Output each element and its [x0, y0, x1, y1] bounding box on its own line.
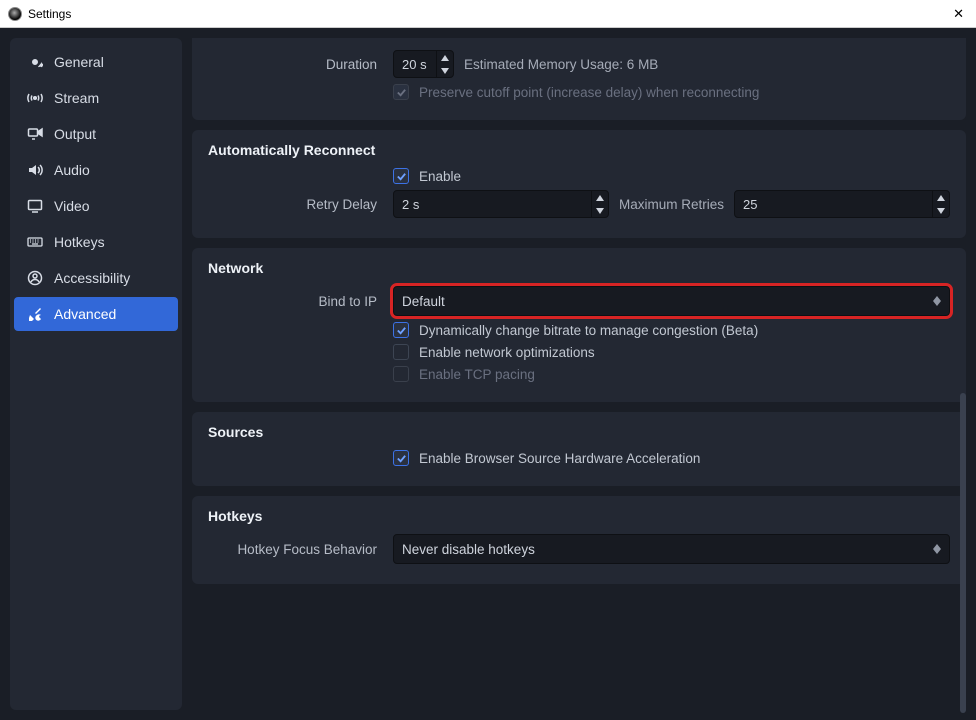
sidebar-item-hotkeys[interactable]: Hotkeys	[14, 225, 178, 259]
sidebar-item-accessibility[interactable]: Accessibility	[14, 261, 178, 295]
preserve-cutoff-checkbox	[393, 84, 409, 100]
sidebar-item-general[interactable]: General	[14, 45, 178, 79]
sidebar-item-label: Stream	[54, 90, 99, 106]
tools-icon	[26, 305, 44, 323]
sources-panel: Sources Enable Browser Source Hardware A…	[192, 412, 966, 486]
sidebar-item-label: Audio	[54, 162, 90, 178]
tcp-pacing-checkbox	[393, 366, 409, 382]
window-title: Settings	[28, 7, 71, 21]
gear-icon	[26, 53, 44, 71]
monitor-icon	[26, 197, 44, 215]
preserve-cutoff-label: Preserve cutoff point (increase delay) w…	[419, 85, 759, 100]
hotkeys-panel: Hotkeys Hotkey Focus Behavior Never disa…	[192, 496, 966, 584]
hotkey-focus-label: Hotkey Focus Behavior	[208, 542, 383, 557]
updown-icon	[933, 296, 941, 306]
max-retries-label: Maximum Retries	[619, 197, 724, 212]
sidebar-item-label: Accessibility	[54, 270, 130, 286]
browser-hwaccel-checkbox[interactable]	[393, 450, 409, 466]
bind-ip-value: Default	[402, 294, 445, 309]
person-icon	[26, 269, 44, 287]
close-button[interactable]: ✕	[949, 4, 968, 24]
bind-ip-dropdown[interactable]: Default	[393, 286, 950, 316]
sidebar-item-label: Output	[54, 126, 96, 142]
sidebar-item-video[interactable]: Video	[14, 189, 178, 223]
antenna-icon	[26, 89, 44, 107]
duration-label: Duration	[208, 57, 383, 72]
sidebar-item-label: Advanced	[54, 306, 116, 322]
sidebar-item-output[interactable]: Output	[14, 117, 178, 151]
retry-delay-spinbox[interactable]	[393, 190, 609, 218]
duration-step-down[interactable]	[437, 64, 453, 77]
dynamic-bitrate-label[interactable]: Dynamically change bitrate to manage con…	[419, 323, 758, 338]
settings-content: Duration Estimated Memory Usage: 6 MB	[192, 38, 966, 710]
network-panel: Network Bind to IP Default	[192, 248, 966, 402]
reconnect-enable-label[interactable]: Enable	[419, 169, 461, 184]
sidebar-item-audio[interactable]: Audio	[14, 153, 178, 187]
sidebar-item-stream[interactable]: Stream	[14, 81, 178, 115]
hotkeys-title: Hotkeys	[208, 508, 950, 524]
keyboard-icon	[26, 233, 44, 251]
sidebar-item-label: Hotkeys	[54, 234, 105, 250]
network-title: Network	[208, 260, 950, 276]
sidebar-item-label: Video	[54, 198, 90, 214]
dynamic-bitrate-checkbox[interactable]	[393, 322, 409, 338]
bind-ip-label: Bind to IP	[208, 294, 383, 309]
output-icon	[26, 125, 44, 143]
titlebar: Settings ✕	[0, 0, 976, 28]
settings-sidebar: General Stream Output Audio Video Hotkeys Acce…	[10, 38, 182, 710]
delay-panel: Duration Estimated Memory Usage: 6 MB	[192, 38, 966, 120]
retry-step-down[interactable]	[592, 204, 608, 217]
retry-delay-input[interactable]	[394, 197, 591, 212]
network-optimizations-checkbox[interactable]	[393, 344, 409, 360]
browser-hwaccel-label[interactable]: Enable Browser Source Hardware Accelerat…	[419, 451, 700, 466]
memory-usage-text: Estimated Memory Usage: 6 MB	[464, 57, 658, 72]
duration-input[interactable]	[394, 57, 436, 72]
speaker-icon	[26, 161, 44, 179]
reconnect-title: Automatically Reconnect	[208, 142, 950, 158]
sidebar-item-advanced[interactable]: Advanced	[14, 297, 178, 331]
hotkey-focus-value: Never disable hotkeys	[402, 542, 535, 557]
duration-step-up[interactable]	[437, 51, 453, 64]
max-retries-spinbox[interactable]	[734, 190, 950, 218]
max-retries-step-up[interactable]	[933, 191, 949, 204]
duration-spinbox[interactable]	[393, 50, 454, 78]
hotkey-focus-dropdown[interactable]: Never disable hotkeys	[393, 534, 950, 564]
network-optimizations-label[interactable]: Enable network optimizations	[419, 345, 595, 360]
sources-title: Sources	[208, 424, 950, 440]
retry-delay-label: Retry Delay	[208, 197, 383, 212]
max-retries-input[interactable]	[735, 197, 932, 212]
reconnect-enable-checkbox[interactable]	[393, 168, 409, 184]
retry-step-up[interactable]	[592, 191, 608, 204]
updown-icon	[933, 544, 941, 554]
app-icon	[8, 7, 22, 21]
sidebar-item-label: General	[54, 54, 104, 70]
tcp-pacing-label: Enable TCP pacing	[419, 367, 535, 382]
reconnect-panel: Automatically Reconnect Enable Retry Del…	[192, 130, 966, 238]
scrollbar-thumb[interactable]	[960, 393, 966, 713]
max-retries-step-down[interactable]	[933, 204, 949, 217]
